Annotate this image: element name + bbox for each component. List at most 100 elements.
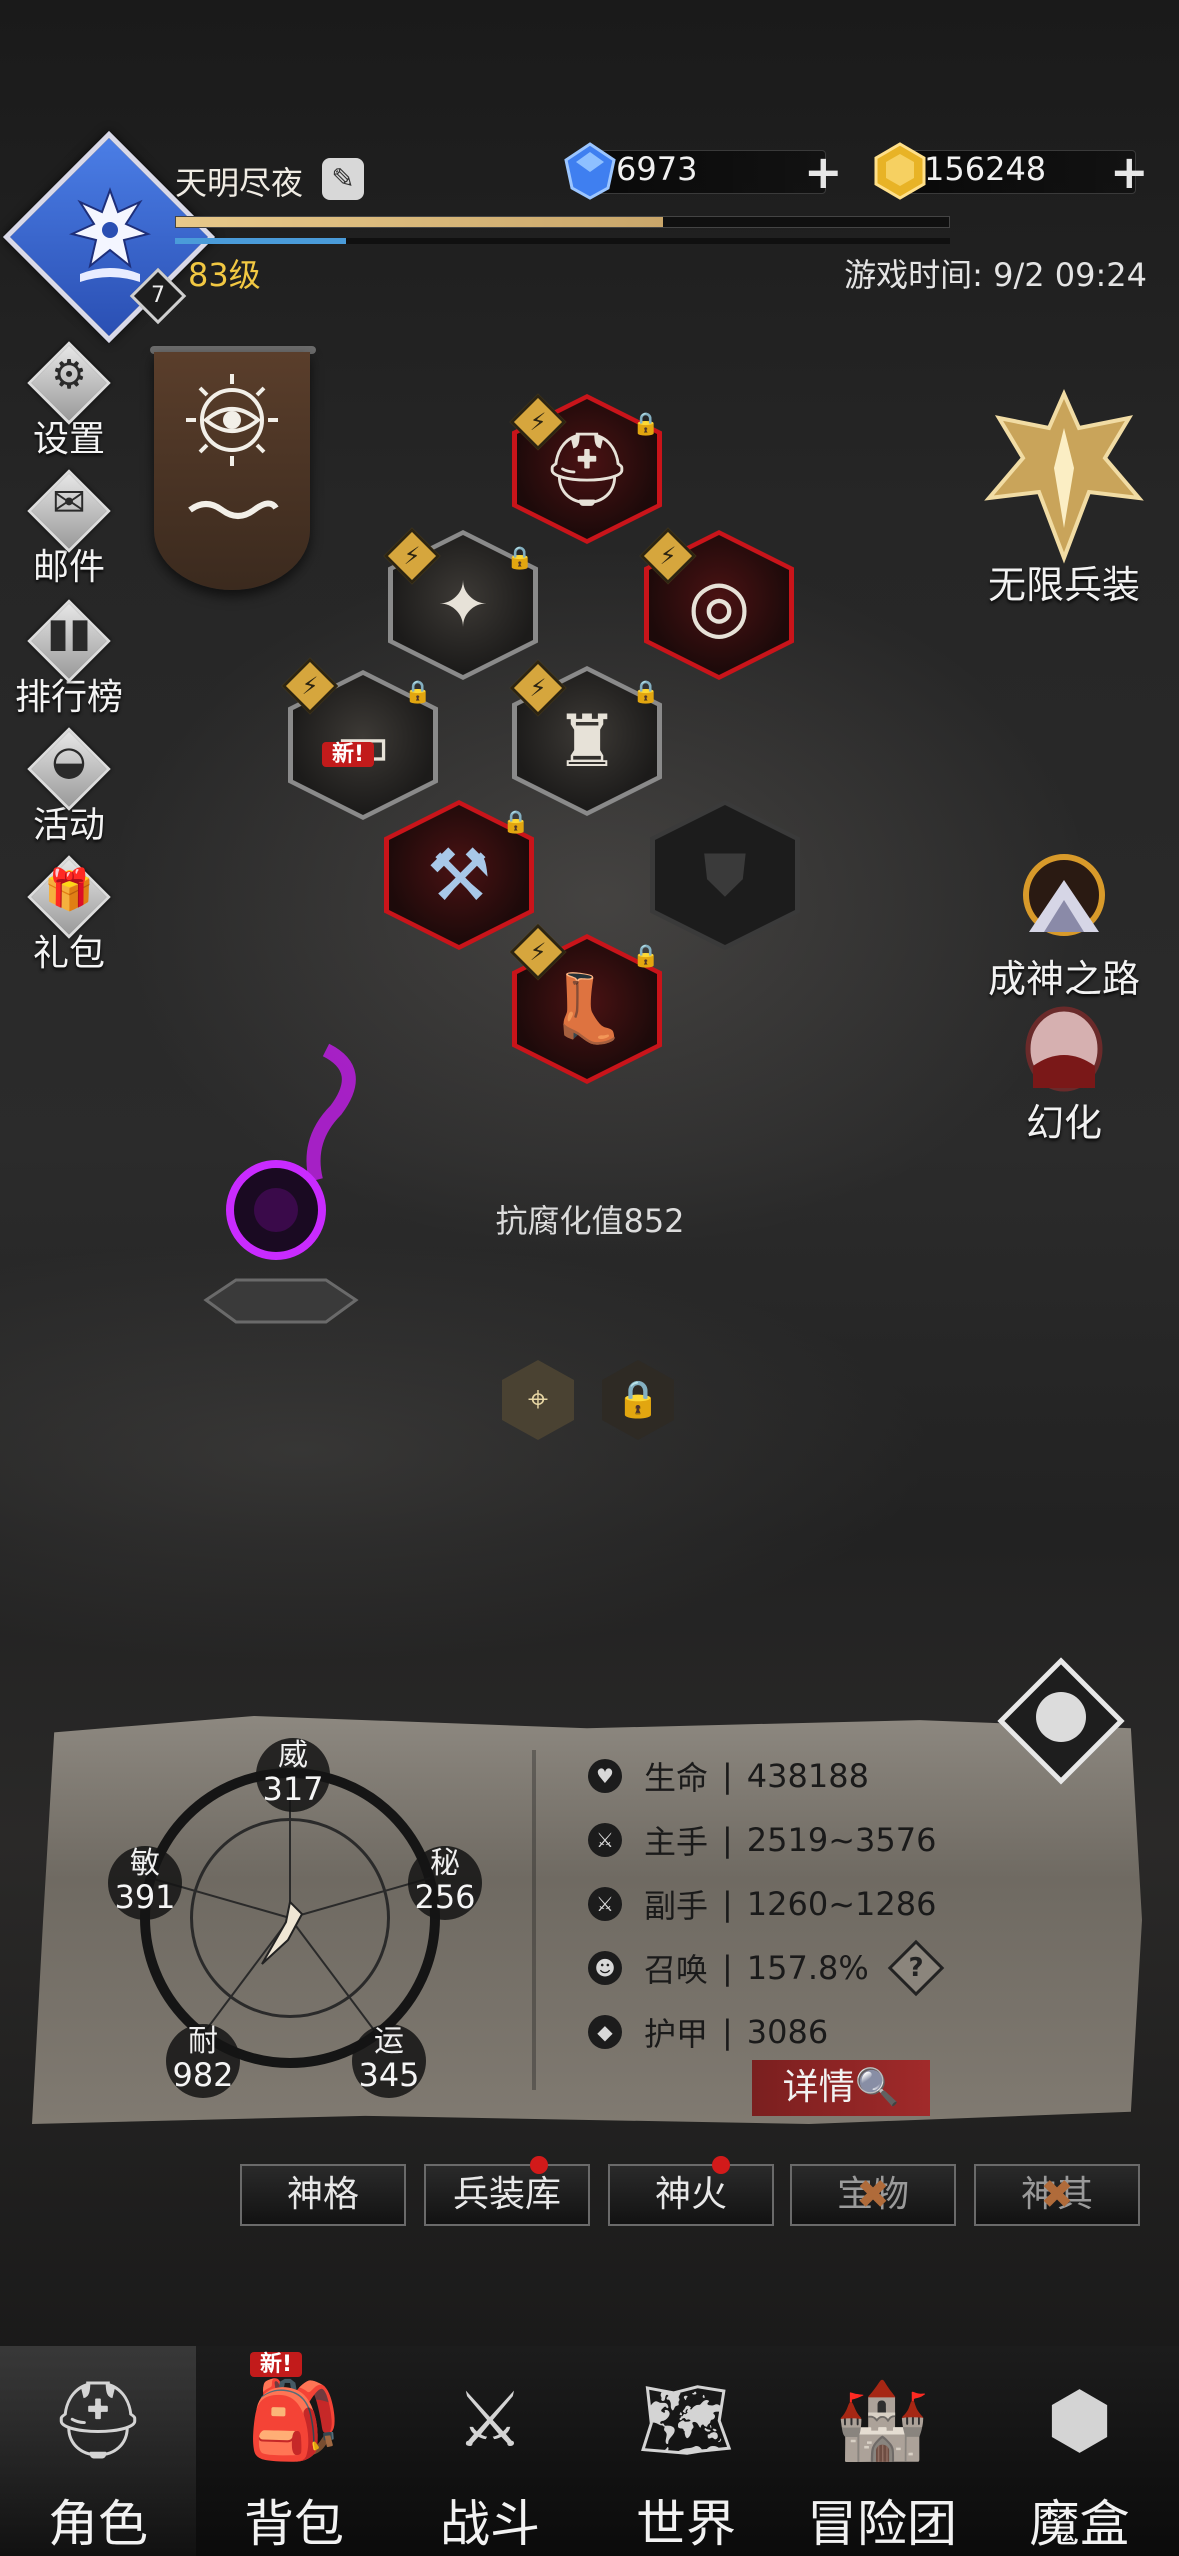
stat-separator: | [722,1757,733,1795]
stat-value: 2519~3576 [746,1821,937,1859]
attr-nai: 耐 982 [166,2024,240,2098]
gear-glyph: ⚙ [51,352,87,398]
attr-mi-name: 秘 [430,1846,460,1881]
lock-icon: 🔒 [632,412,660,437]
tab-divine-fire[interactable]: 神火 [608,2164,774,2226]
attr-mi-value: 256 [414,1878,476,1916]
nav-adventure-guild[interactable]: 🏰 冒险团 [784,2346,980,2556]
transmog-button[interactable]: 幻化 [964,1004,1164,1147]
ascension-icon [1023,854,1105,936]
tab-treasure-locked[interactable]: 宝物 ✖ [790,2164,956,2226]
event-glyph: ◒ [51,738,87,784]
diamond-icon [564,142,616,200]
transmog-icon [1025,1006,1103,1092]
bolt-icon: ⚡ [529,938,547,966]
stat-row-summon: ☻ 召唤 | 157.8% [588,1944,869,1992]
tab-label: 神格 [286,2174,359,2215]
stat-label: 副手 [644,1887,709,1925]
nav-label: 魔盒 [1029,2495,1130,2553]
attr-mi: 秘 256 [408,1846,482,1920]
nav-world[interactable]: 🗺 世界 [588,2346,784,2556]
new-item-tag: 新! [322,736,375,768]
settings-button[interactable]: ⚙ 设置 [10,341,128,462]
player-level: 83级 [188,256,261,294]
empty-shield-icon: ⛊ [703,841,747,909]
attr-wei: 威 317 [256,1738,330,1812]
stat-separator: | [722,2013,733,2051]
corruption-orb-icon[interactable] [196,1030,366,1330]
exp-bar-fill [176,217,663,227]
tab-locked[interactable]: 神其 ✖ [974,2164,1140,2226]
infinite-arms-button[interactable]: 无限兵装 [964,388,1164,609]
panel-divider [532,1750,536,2090]
corruption-resistance: 抗腐化值852 [495,1202,685,1240]
lock-icon: 🔒 [506,546,534,571]
infinite-arms-icon [984,389,1144,564]
stat-separator: | [722,1821,733,1859]
main-hand-icon: ⚔ [588,1823,622,1857]
stat-label: 生命 [644,1759,709,1797]
bolt-icon: ⚡ [529,408,547,436]
bolt-icon: ⚡ [301,672,319,700]
attr-nai-name: 耐 [188,2024,218,2059]
attr-min-name: 敏 [130,1846,160,1881]
attr-yun-value: 345 [358,2056,420,2094]
stat-value: 1260~1286 [746,1885,937,1923]
transmog-label: 幻化 [1025,1101,1102,1145]
tab-label: 神火 [654,2174,727,2215]
attr-wei-value: 317 [262,1770,324,1808]
help-icon[interactable]: ? [896,1948,936,1988]
castle-icon: 🏰 [834,2375,930,2464]
tab-armory[interactable]: 兵装库 [424,2164,590,2226]
details-button[interactable]: 详情🔍 [752,2060,930,2116]
location-pin-icon[interactable]: ⌖ [502,1360,574,1440]
helmet-icon: ⛑ [49,2375,147,2464]
lock-icon: 🔒 [602,1360,674,1440]
gift-glyph: 🎁 [44,867,94,913]
stat-separator: | [722,1885,733,1923]
offhand-slot[interactable]: ⛊ [650,800,800,950]
lock-icon: 🔒 [404,680,432,705]
mail-button[interactable]: ✉ 邮件 [10,469,128,590]
notification-dot [530,2156,548,2174]
tab-divinity[interactable]: 神格 [240,2164,406,2226]
event-button[interactable]: ◒ 活动 [10,727,128,848]
toggle-orb-icon [1036,1692,1086,1742]
off-hand-icon: ⚔ [588,1887,622,1921]
gold-value: 156248 [924,150,1047,188]
tab-label: 兵装库 [452,2174,561,2215]
heart-icon: ♥ [588,1759,622,1793]
nav-magic-box[interactable]: ⬢ 魔盒 [980,2346,1179,2556]
summon-icon: ☻ [588,1951,622,1985]
bolt-icon: ⚡ [403,542,421,570]
map-icon: 🗺 [637,2375,735,2464]
diamond-value: 6973 [616,150,698,188]
badge-level: 7 [151,283,165,308]
gold-gem-icon [874,142,926,200]
nav-battle[interactable]: ⚔ 战斗 [392,2346,588,2556]
edit-name-icon[interactable]: ✎ [322,158,364,200]
attr-yun-name: 运 [374,2024,404,2059]
gift-button[interactable]: 🎁 礼包 [10,855,128,976]
backpack-new-tag: 新! [250,2346,303,2378]
attr-wei-name: 威 [278,1738,308,1773]
add-diamond-button[interactable]: + [804,149,843,195]
ascension-button[interactable]: 成神之路 [964,840,1164,1003]
nav-character[interactable]: ⛑ 角色 [0,2346,196,2556]
chain-lock-icon: ✖ [856,2172,890,2218]
stat-value: 438188 [746,1757,869,1795]
add-gold-button[interactable]: + [1110,149,1149,195]
notification-dot [712,2156,730,2174]
nav-label: 角色 [48,2495,148,2553]
stat-row-hp: ♥ 生命 | 438188 [588,1752,869,1800]
ascension-label: 成神之路 [987,957,1140,1001]
nav-label: 战斗 [440,2495,540,2553]
stat-value: 3086 [746,2013,829,2051]
attr-min-value: 391 [114,1878,176,1916]
nav-label: 冒险团 [807,2495,957,2553]
nav-label: 背包 [244,2495,344,2553]
ranking-button[interactable]: ▮▮ 排行榜 [10,599,128,720]
stat-value: 157.8% [746,1949,869,1987]
details-label: 详情 [782,2067,855,2108]
cube-icon: ⬢ [1046,2375,1113,2464]
